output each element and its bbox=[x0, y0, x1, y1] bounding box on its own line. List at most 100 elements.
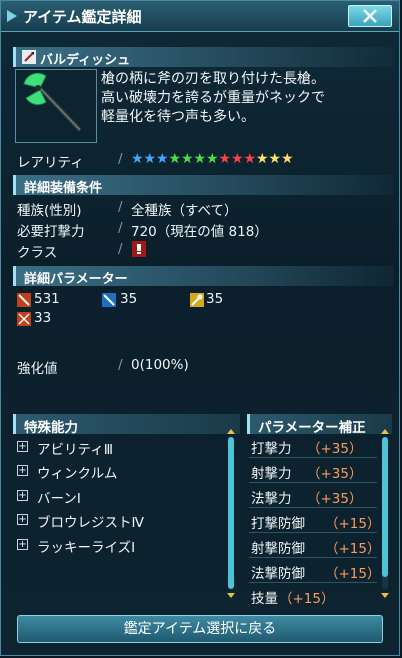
halberd-icon bbox=[23, 72, 82, 132]
item-description-line: 高い破壊力を誇るが重量がネックで bbox=[101, 90, 325, 106]
race-value: 全種族（すべて） bbox=[131, 203, 238, 219]
item-name: バルディッシュ bbox=[40, 53, 131, 68]
sword-icon bbox=[17, 293, 31, 307]
abilities-scrollbar[interactable] bbox=[228, 437, 234, 589]
scroll-thumb[interactable] bbox=[382, 437, 388, 577]
ability-label: アビリティⅢ bbox=[37, 442, 113, 458]
range-attack-value: 35 bbox=[120, 291, 138, 307]
rarity-star-icon: ★ bbox=[218, 151, 232, 167]
rarity-star-icon: ★ bbox=[193, 151, 207, 167]
expand-icon: + bbox=[17, 490, 28, 501]
partisan-category-icon bbox=[22, 50, 36, 64]
item-description-line: 軽量化を待つ声も多い。 bbox=[101, 109, 255, 125]
ability-label: ラッキーライズⅠ bbox=[37, 540, 136, 556]
defense-value: 33 bbox=[34, 310, 52, 326]
strike-attack-value: 531 bbox=[34, 291, 60, 307]
section-title: 特殊能力 bbox=[24, 420, 78, 436]
rarity-star-icon: ★ bbox=[156, 151, 169, 167]
param-bonus-row: 射撃力 （+35） bbox=[249, 460, 377, 483]
rarity-star-icon: ★ bbox=[243, 151, 257, 167]
rarity-star-icon: ★ bbox=[181, 151, 194, 167]
tech-attack-value: 35 bbox=[206, 291, 224, 307]
ability-item[interactable]: + バーンⅠ bbox=[17, 486, 225, 508]
param-bonus-row: 法撃力 （+35） bbox=[249, 485, 377, 508]
rarity-star-icon: ★ bbox=[256, 151, 269, 167]
separator: / bbox=[118, 220, 123, 236]
enhance-label: 強化値 bbox=[17, 361, 58, 377]
param-name: 射撃力 bbox=[251, 466, 292, 482]
rarity-star-icon: ★ bbox=[231, 151, 244, 167]
ability-item[interactable]: + ブロウレジストⅣ bbox=[17, 510, 225, 532]
param-value: （+15） bbox=[325, 541, 381, 557]
rarity-star-icon: ★ bbox=[143, 151, 157, 167]
hunter-class-icon bbox=[132, 241, 146, 257]
param-name: 射撃防御 bbox=[251, 541, 305, 557]
expand-icon: + bbox=[17, 441, 28, 452]
separator: / bbox=[118, 357, 123, 373]
param-value: （+35） bbox=[307, 441, 363, 457]
close-button[interactable] bbox=[348, 5, 392, 27]
defense-icon bbox=[17, 312, 31, 326]
item-image bbox=[15, 69, 97, 143]
expand-icon: + bbox=[17, 465, 28, 476]
param-value: （+15） bbox=[325, 516, 381, 532]
equip-conditions-header: 詳細装備条件 bbox=[13, 175, 394, 196]
ability-label: バーンⅠ bbox=[37, 491, 81, 507]
scroll-down-arrow[interactable] bbox=[227, 593, 235, 598]
rarity-stars: ★ ★ ★ ★ ★ ★ ★ ★ ★ ★ ★ ★ ★ bbox=[131, 151, 294, 167]
abilities-header: 特殊能力 bbox=[13, 414, 240, 436]
rarity-star-icon: ★ bbox=[268, 151, 282, 167]
wand-icon bbox=[190, 293, 204, 307]
rarity-star-icon: ★ bbox=[131, 151, 144, 167]
title-marker-icon bbox=[7, 10, 17, 22]
rarity-star-icon: ★ bbox=[206, 151, 219, 167]
param-name: 打撃力 bbox=[251, 441, 292, 457]
param-bonus-header: パラメーター補正 bbox=[247, 414, 392, 436]
param-name: 打撃防御 bbox=[251, 516, 305, 532]
title-bar: アイテム鑑定詳細 bbox=[1, 1, 399, 32]
param-bonus-row: 打撃力 （+35） bbox=[249, 435, 377, 458]
param-name: 法撃力 bbox=[251, 491, 292, 507]
rarity-star-icon: ★ bbox=[168, 151, 182, 167]
separator: / bbox=[118, 151, 123, 167]
scroll-down-arrow[interactable] bbox=[381, 593, 389, 598]
section-title: パラメーター補正 bbox=[258, 420, 366, 436]
separator: / bbox=[118, 241, 123, 257]
item-appraisal-window: アイテム鑑定詳細 バルディッシュ 槍の柄に斧の刃を取り付けた長槍。 高い破壊力を… bbox=[0, 0, 400, 656]
param-value: （+35） bbox=[307, 491, 363, 507]
back-to-selection-button[interactable]: 鑑定アイテム選択に戻る bbox=[17, 615, 383, 643]
ability-label: ブロウレジストⅣ bbox=[37, 515, 144, 531]
scroll-up-arrow[interactable] bbox=[381, 429, 389, 434]
window-title: アイテム鑑定詳細 bbox=[23, 8, 142, 26]
class-label: クラス bbox=[17, 245, 58, 261]
ability-item[interactable]: + アビリティⅢ bbox=[17, 437, 225, 459]
param-value: （+35） bbox=[307, 466, 363, 482]
expand-icon: + bbox=[17, 514, 28, 525]
ability-item[interactable]: + ウィンクルム bbox=[17, 461, 225, 483]
enhance-value: 0(100%) bbox=[131, 357, 189, 373]
expand-icon: + bbox=[17, 539, 28, 550]
scroll-up-arrow[interactable] bbox=[227, 429, 235, 434]
param-name: 法撃防御 bbox=[251, 566, 305, 582]
race-label: 種族(性別) bbox=[17, 203, 82, 219]
param-bonus-row: 射撃防御 （+15） bbox=[249, 535, 381, 558]
param-name: 技量 bbox=[251, 591, 278, 607]
ability-item[interactable]: + ラッキーライズⅠ bbox=[17, 535, 225, 557]
rarity-label: レアリティ bbox=[17, 155, 84, 171]
item-description-line: 槍の柄に斧の刃を取り付けた長槍。 bbox=[101, 71, 325, 87]
param-value: （+15） bbox=[279, 591, 335, 607]
param-bonus-row: 法撃防御 （+15） bbox=[249, 560, 381, 583]
close-icon bbox=[363, 9, 377, 23]
param-bonus-row: 技量 （+15） bbox=[249, 585, 377, 607]
param-bonus-scrollbar[interactable] bbox=[382, 437, 388, 589]
rarity-star-icon: ★ bbox=[281, 151, 294, 167]
scroll-thumb[interactable] bbox=[228, 437, 234, 589]
gun-icon bbox=[102, 293, 116, 307]
parameters-header: 詳細パラメーター bbox=[13, 266, 394, 287]
required-strike-value: 720（現在の値 818） bbox=[131, 224, 268, 240]
item-name-bar: バルディッシュ bbox=[13, 47, 394, 68]
param-value: （+15） bbox=[325, 566, 381, 582]
param-bonus-row: 打撃防御 （+15） bbox=[249, 510, 381, 533]
ability-label: ウィンクルム bbox=[37, 466, 118, 482]
required-strike-label: 必要打撃力 bbox=[17, 224, 85, 240]
